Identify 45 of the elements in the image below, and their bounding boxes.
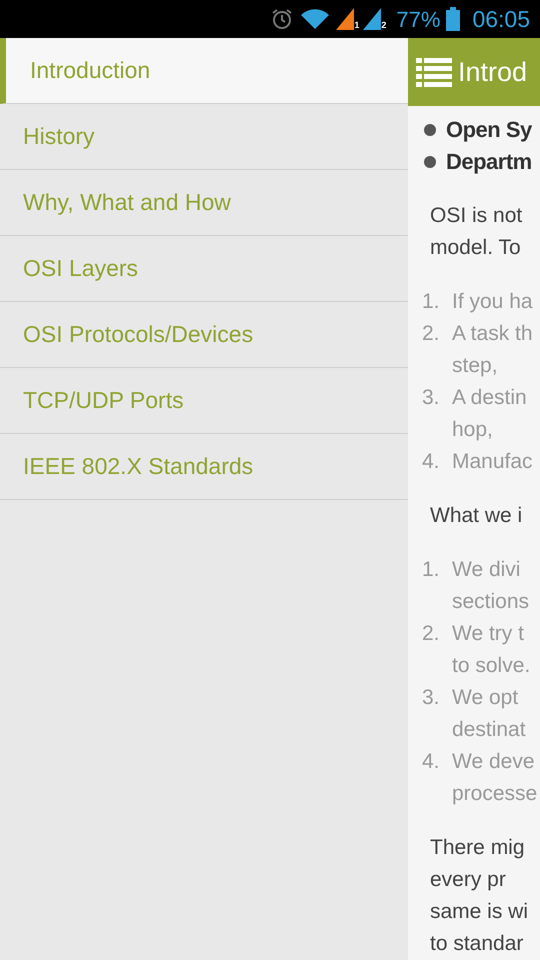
list-line: Manufac [452, 449, 533, 475]
list-number: 4. [422, 449, 441, 475]
paragraph-line: every pr [430, 867, 507, 893]
list-line: hop, [452, 417, 494, 443]
sim-number: 2 [381, 21, 386, 30]
list-line: We divi [452, 557, 522, 583]
list-number: 3. [422, 385, 441, 411]
list-line: sections [452, 589, 530, 615]
page-title: Introd [458, 56, 528, 89]
battery-icon [446, 7, 460, 31]
bullet-icon [424, 124, 436, 136]
signal-icon [363, 8, 382, 30]
list-line: If you ha [452, 289, 533, 315]
signal-icon [336, 8, 354, 30]
clock: 06:05 [472, 4, 530, 34]
list-line: We try t [452, 621, 525, 647]
drawer-item[interactable]: Introduction [0, 38, 408, 104]
list-line: step, [452, 353, 499, 379]
paragraph-line: to standar [430, 931, 524, 957]
paragraph-line: What we i [430, 503, 524, 529]
sim-number: 1 [354, 21, 360, 30]
bullet-text: Departm [446, 148, 532, 176]
paragraph-line: model. To [430, 235, 522, 261]
paragraph-line: same is wi [430, 899, 530, 925]
list-line: A destin [452, 385, 527, 411]
paragraph-line: There mig [430, 835, 526, 861]
list-number: 4. [422, 749, 441, 775]
menu-icon[interactable] [416, 57, 452, 87]
list-line: A task th [452, 321, 533, 347]
list-number: 2. [422, 621, 441, 647]
list-line: processe [452, 781, 538, 807]
list-number: 1. [422, 557, 441, 583]
battery-percentage: 77% [396, 6, 440, 34]
bullet-icon [424, 156, 436, 168]
list-line: We opt [452, 685, 520, 711]
paragraph-line: OSI is not [430, 203, 524, 229]
wifi-icon [300, 8, 330, 30]
list-number: 2. [422, 321, 441, 347]
list-number: 3. [422, 685, 441, 711]
bullet-text: Open Sy [446, 116, 532, 144]
list-line: to solve. [452, 653, 530, 679]
list-number: 1. [422, 289, 441, 315]
list-line: destinat [452, 717, 526, 743]
alarm-icon [270, 7, 294, 31]
list-line: We deve [452, 749, 536, 775]
